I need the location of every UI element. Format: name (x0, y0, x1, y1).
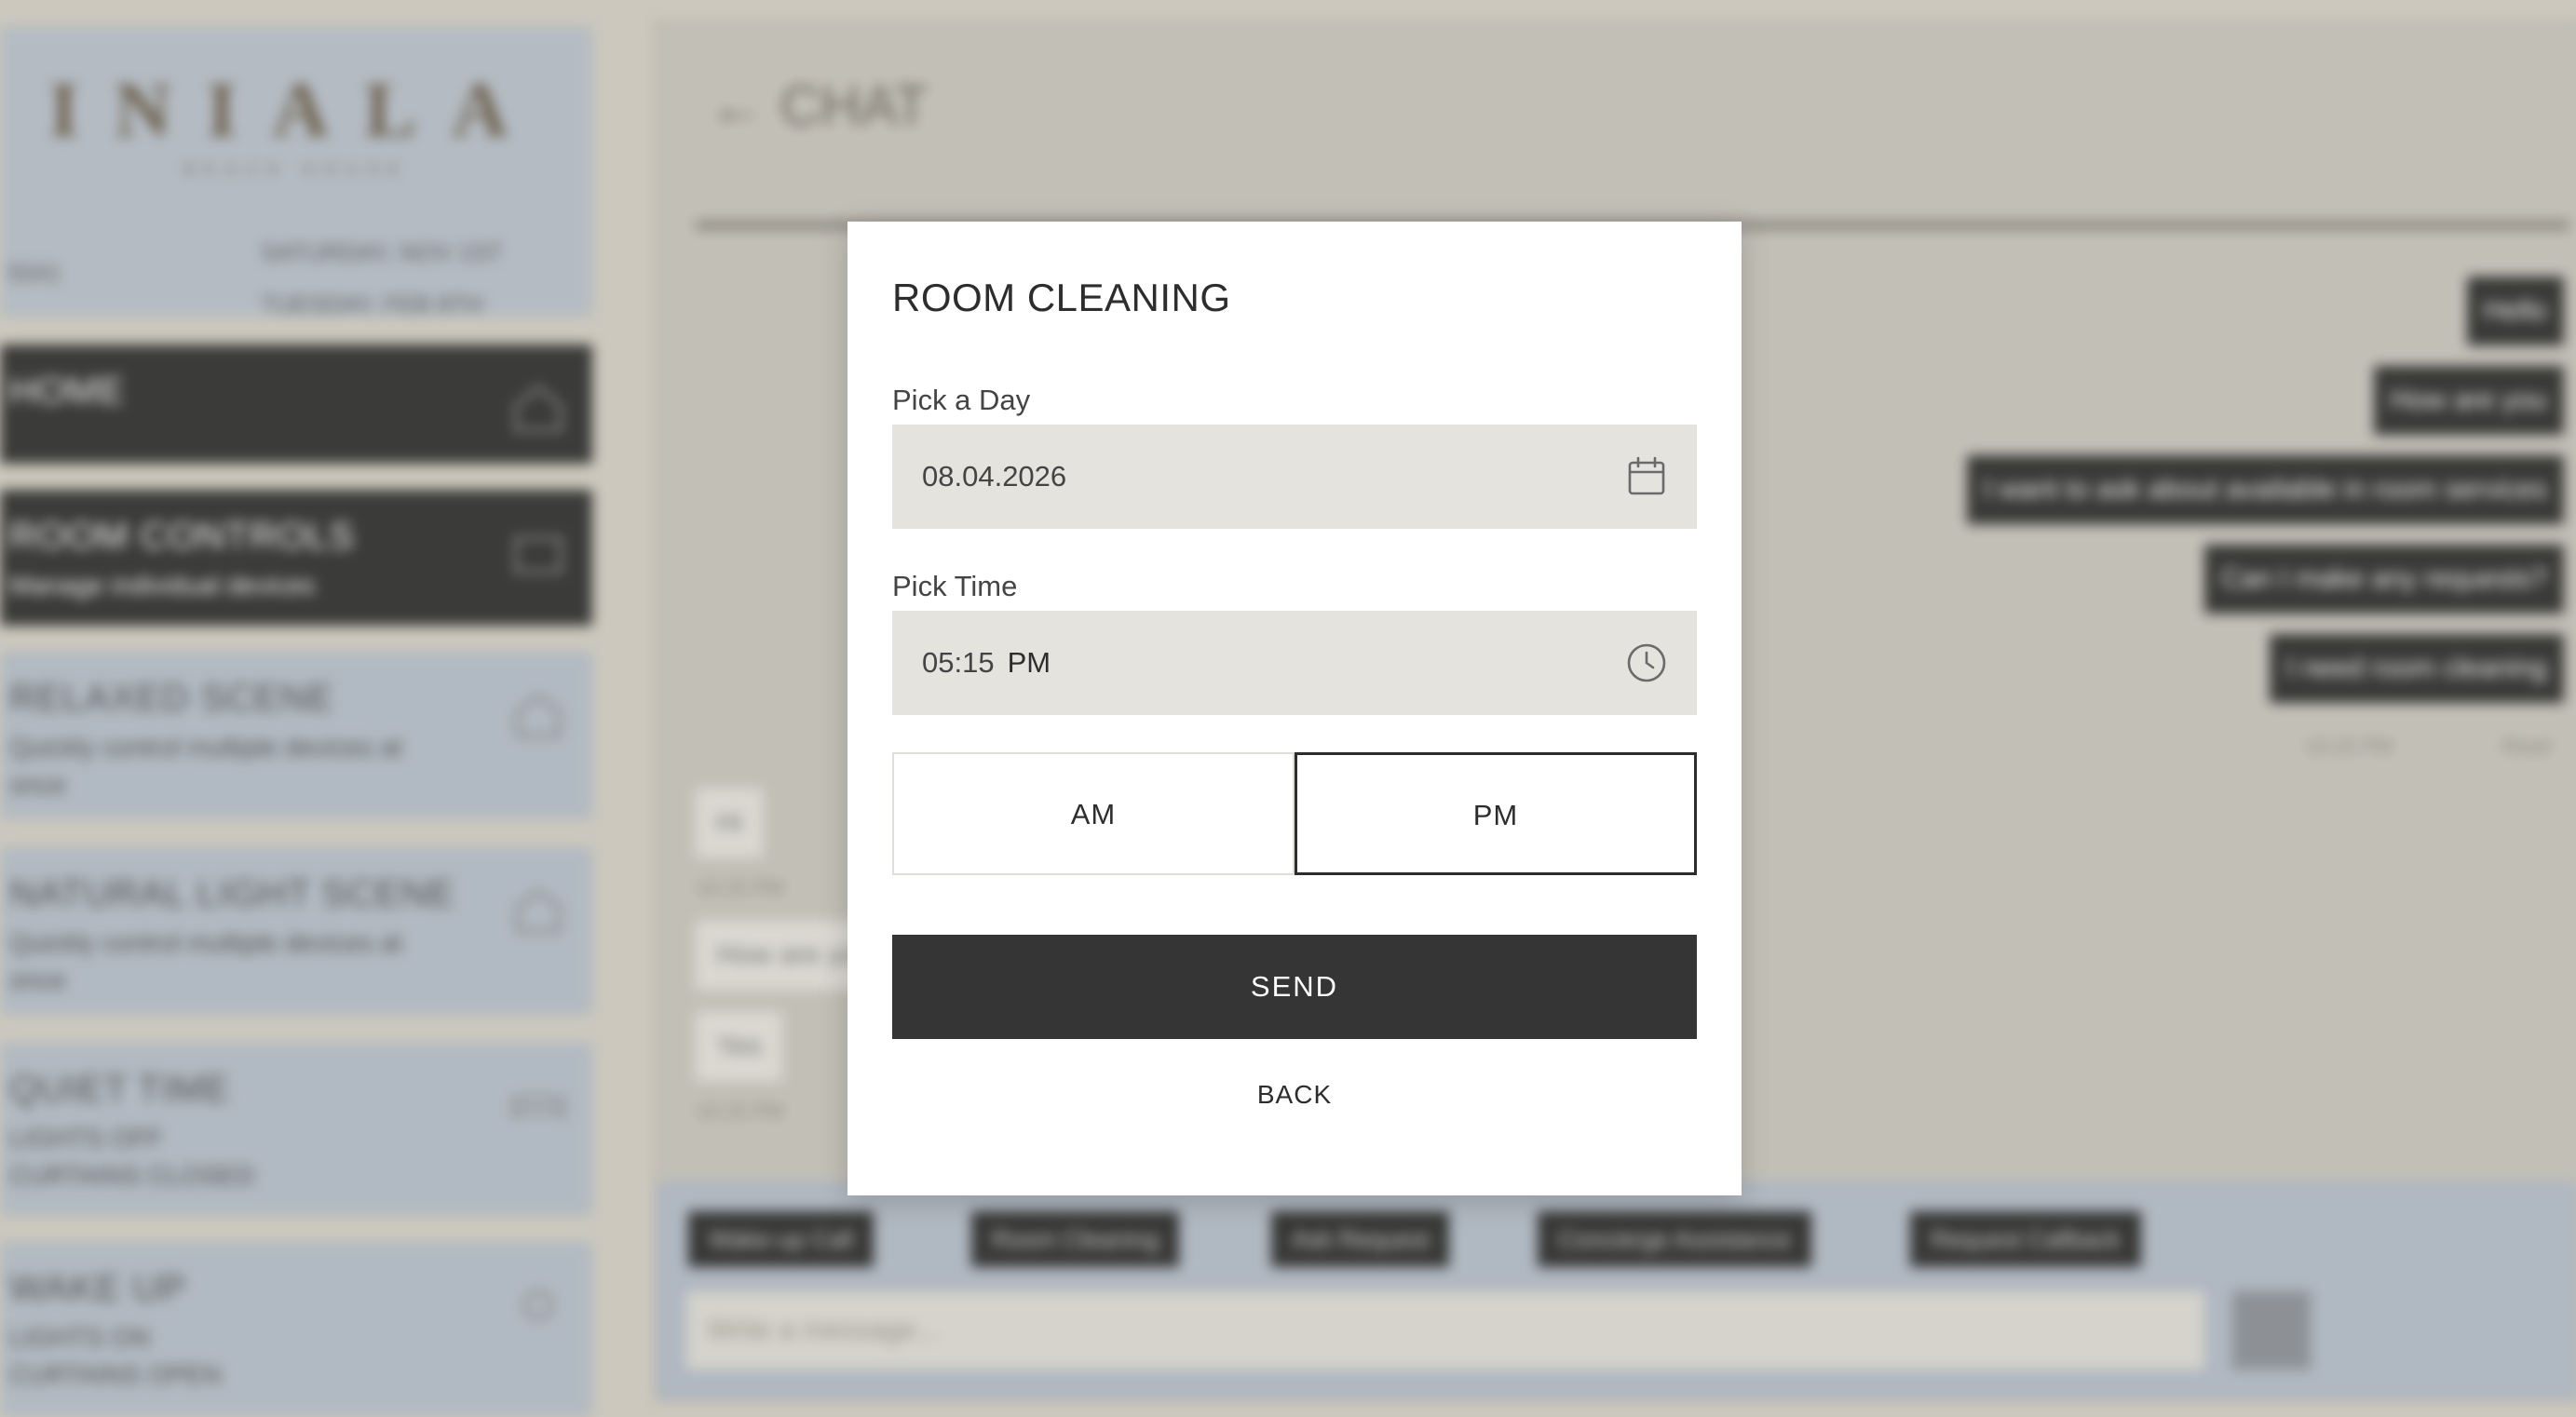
time-value: 05:15 (922, 646, 995, 679)
send-button[interactable]: SEND (892, 935, 1697, 1039)
pm-toggle[interactable]: PM (1295, 752, 1697, 875)
dialog-title: ROOM CLEANING (892, 276, 1231, 319)
date-field[interactable]: 08.04.2026 (892, 425, 1697, 529)
am-toggle[interactable]: AM (892, 752, 1295, 875)
date-value: 08.04.2026 (922, 460, 1067, 493)
calendar-icon[interactable] (1626, 456, 1667, 497)
day-label: Pick a Day (892, 384, 1031, 416)
room-cleaning-dialog: ROOM CLEANING Pick a Day 08.04.2026 Pick… (847, 222, 1742, 1195)
clock-icon[interactable] (1626, 642, 1667, 683)
time-label: Pick Time (892, 570, 1018, 602)
time-period: PM (1007, 646, 1051, 679)
time-field[interactable]: 05:15 PM (892, 611, 1697, 715)
back-button[interactable]: BACK (847, 1080, 1742, 1110)
